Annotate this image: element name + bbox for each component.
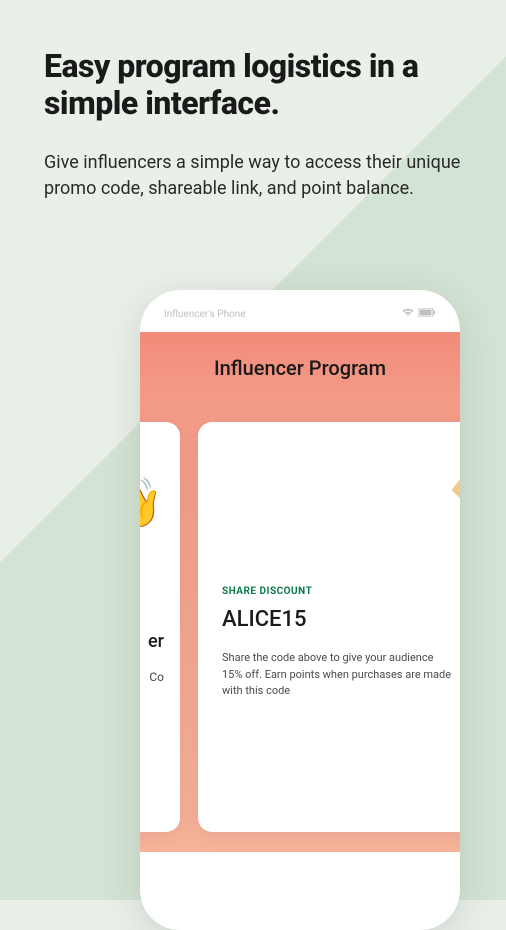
share-discount-label: SHARE DISCOUNT <box>222 586 454 597</box>
battery-icon <box>418 308 436 320</box>
wave-icon: 👋 <box>140 474 164 531</box>
subheadline: Give influencers a simple way to access … <box>44 150 462 202</box>
price-tag-icon <box>450 470 460 510</box>
welcome-card-subtext: Co <box>140 670 164 684</box>
welcome-card-text: er <box>140 631 164 652</box>
status-bar: Influencer's Phone <box>140 290 460 324</box>
phone-mockup: Influencer's Phone Influencer Program 👋 … <box>140 290 460 930</box>
app-header: Influencer Program <box>140 332 460 402</box>
welcome-card[interactable]: 👋 er Co <box>140 422 180 832</box>
wifi-icon <box>402 308 414 320</box>
headline: Easy program logistics in a simple inter… <box>44 48 462 122</box>
promo-card[interactable]: SHARE DISCOUNT ALICE15 Share the code ab… <box>198 422 460 832</box>
promo-code: ALICE15 <box>222 607 454 632</box>
marketing-content: Easy program logistics in a simple inter… <box>0 0 506 202</box>
app-header-title: Influencer Program <box>140 356 460 380</box>
status-icons <box>402 308 436 320</box>
status-label: Influencer's Phone <box>164 309 246 320</box>
promo-description: Share the code above to give your audien… <box>222 650 454 700</box>
cards-container: 👋 er Co SHARE DISCOUNT ALICE15 Share the… <box>140 402 460 852</box>
